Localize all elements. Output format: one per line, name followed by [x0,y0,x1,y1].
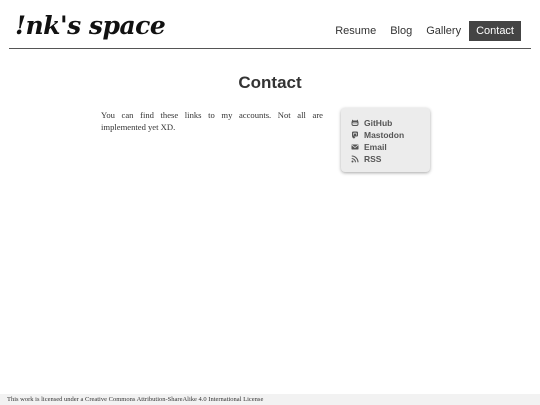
link-label-rss: RSS [364,154,382,164]
site-header: !nk's space Resume Blog Gallery Contact [9,0,531,49]
link-mastodon[interactable]: Mastodon [350,129,404,141]
nav-item-contact[interactable]: Contact [469,21,521,41]
site-title[interactable]: !nk's space [15,10,166,42]
main-nav: Resume Blog Gallery Contact [327,21,521,41]
page-title: Contact [238,73,302,92]
link-email[interactable]: Email [350,141,404,153]
link-label-github: GitHub [364,118,393,128]
nav-item-gallery[interactable]: Gallery [420,21,467,41]
nav-item-resume[interactable]: Resume [329,21,382,41]
link-label-email: Email [364,142,387,152]
intro-text: You can find these links to my accounts.… [101,110,323,132]
mastodon-icon [350,131,359,140]
contact-links-list: GitHub Mastodon Email RSS [350,117,404,165]
site-footer: This work is licensed under a Creative C… [0,394,540,405]
link-github[interactable]: GitHub [350,117,404,129]
link-rss[interactable]: RSS [350,153,404,165]
rss-icon [350,155,359,164]
email-icon [350,143,359,152]
github-icon [350,119,359,128]
link-label-mastodon: Mastodon [364,130,405,140]
nav-item-blog[interactable]: Blog [384,21,418,41]
contact-links-card: GitHub Mastodon Email RSS [341,108,430,172]
license-notice[interactable]: This work is licensed under a Creative C… [7,395,263,404]
